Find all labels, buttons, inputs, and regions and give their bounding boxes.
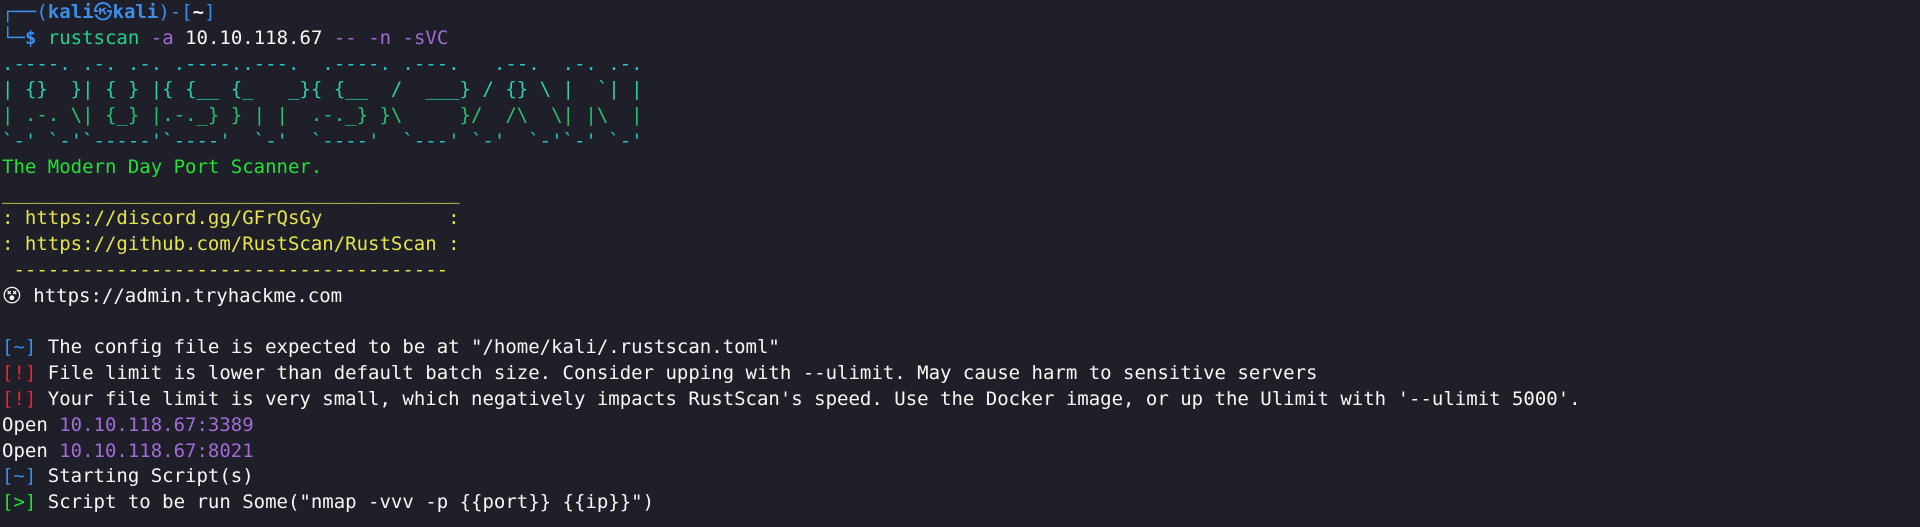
banner-tagline: The Modern Day Port Scanner. xyxy=(2,155,323,178)
dizzy-face-icon: 😵 xyxy=(2,284,22,307)
prompt-mid: )-[ xyxy=(158,1,193,23)
log-text: Script to be run Some("nmap -vvv -p {{po… xyxy=(36,491,655,514)
script-log-line: [~] Starting Script(s) xyxy=(2,464,1920,490)
links-box-bottom-rule: -------------------------------------- xyxy=(2,258,449,281)
log-tag-run: [>] xyxy=(2,491,37,514)
prompt-dir: ~ xyxy=(192,1,205,23)
log-text: Your file limit is very small, which neg… xyxy=(36,387,1581,410)
links-box-discord[interactable]: : https://discord.gg/GFrQsGy : xyxy=(2,206,1920,232)
log-tag-info: [~] xyxy=(2,336,37,359)
log-line-warning: [!] File limit is lower than default bat… xyxy=(2,361,1920,387)
log-text: File limit is lower than default batch s… xyxy=(36,362,1318,385)
prompt-host: kali xyxy=(112,1,159,23)
terminal-window[interactable]: ┌──(kali㉿kali)-[~] └─$ rustscan -a 10.10… xyxy=(0,0,1920,527)
open-port-label: Open xyxy=(2,439,60,462)
prompt-dollar: $ xyxy=(24,26,37,49)
prompt-box-top: ┌──( xyxy=(2,1,48,23)
open-port-address: 10.10.118.67:8021 xyxy=(59,439,254,462)
command-line[interactable]: └─$ rustscan -a 10.10.118.67 -- -n -sVC xyxy=(2,26,1920,52)
log-tag-warning: [!] xyxy=(2,362,37,385)
links-box-top-rule: ________________________________________ xyxy=(2,181,460,204)
prompt-box-bottom: └─ xyxy=(2,26,25,49)
prompt-user: kali xyxy=(47,1,94,23)
banner-art-line-2: | {} }| { } |{ {__ {_ _}{ {__ / ___} / {… xyxy=(2,78,643,101)
log-line-config: [~] The config file is expected to be at… xyxy=(2,335,1920,361)
open-port-address: 10.10.118.67:3389 xyxy=(59,413,254,436)
prompt-at-symbol: ㉿ xyxy=(93,1,113,23)
quote-text: https://admin.tryhackme.com xyxy=(21,284,343,307)
command-flag-a: -a xyxy=(150,26,174,49)
banner-art-line-3: | .-. \| {_} |.-._} } | | .-._} }\ }/ /\… xyxy=(2,104,643,127)
banner-art-line-1: .----. .-. .-. .----..---. .----. .---. … xyxy=(2,52,643,75)
open-port-line: Open 10.10.118.67:3389 xyxy=(2,413,1920,439)
command-flag-n: -n xyxy=(368,26,392,49)
prompt-line: ┌──(kali㉿kali)-[~] xyxy=(2,0,1920,26)
open-port-label: Open xyxy=(2,413,60,436)
command-ip: 10.10.118.67 xyxy=(185,26,323,49)
log-tag-info: [~] xyxy=(2,465,37,488)
log-text: Starting Script(s) xyxy=(36,465,254,488)
banner-art-line-4: `-' `-'`-----'`----' `-' `----' `---' `-… xyxy=(2,129,643,152)
quote-line: 😵 https://admin.tryhackme.com xyxy=(2,284,1920,310)
log-line-warning: [!] Your file limit is very small, which… xyxy=(2,387,1920,413)
prompt-end: ] xyxy=(204,1,216,23)
open-port-line: Open 10.10.118.67:8021 xyxy=(2,439,1920,465)
command-flag-svc: -sVC xyxy=(402,26,449,49)
command-separator: -- xyxy=(333,26,357,49)
log-text: The config file is expected to be at "/h… xyxy=(36,336,780,359)
log-tag-warning: [!] xyxy=(2,387,37,410)
command-program: rustscan xyxy=(47,26,140,49)
script-log-line: [>] Script to be run Some("nmap -vvv -p … xyxy=(2,490,1920,516)
links-box-github[interactable]: : https://github.com/RustScan/RustScan : xyxy=(2,232,1920,258)
